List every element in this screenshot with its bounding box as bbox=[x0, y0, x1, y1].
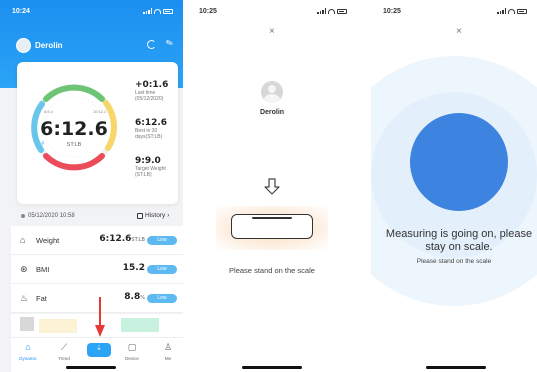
history-button[interactable]: History › bbox=[137, 212, 169, 219]
trend-icon: ⟋ bbox=[60, 342, 68, 352]
scale-icon bbox=[231, 214, 313, 239]
battery-icon bbox=[163, 8, 173, 14]
arrow-down-icon bbox=[264, 178, 280, 195]
metric-name: BMI bbox=[36, 265, 50, 274]
measuring-title: Measuring is going on, please stay on sc… bbox=[385, 228, 533, 253]
metric-value: 6:12.6ST:LB bbox=[99, 234, 145, 244]
tab-trend[interactable]: ⟋ Trend bbox=[49, 342, 79, 361]
metric-name: Fat bbox=[36, 294, 47, 303]
stat-target-weight: 9:9.0 Target Weight (ST:LB) bbox=[135, 156, 180, 178]
edit-icon[interactable]: ✎ bbox=[164, 37, 175, 50]
home-indicator bbox=[242, 366, 302, 369]
person-icon: ⚲ bbox=[41, 141, 45, 147]
wifi-icon bbox=[508, 8, 515, 14]
measure-date-text: 05/12/2020 10:58 bbox=[28, 213, 75, 219]
home-icon: ⌂ bbox=[25, 342, 31, 352]
stat-value: +0:1.6 bbox=[135, 80, 169, 90]
home-indicator bbox=[426, 366, 486, 369]
tab-device[interactable]: ▢ Device bbox=[117, 342, 147, 361]
status-badge: Low bbox=[147, 265, 177, 274]
weight-icon: ⌂ bbox=[20, 235, 26, 245]
stat-value: 6:12.6 bbox=[135, 118, 168, 128]
blurred-value bbox=[121, 318, 159, 332]
tab-label: Trend bbox=[58, 356, 70, 361]
metric-value: 15.2 bbox=[122, 263, 145, 273]
gauge-high-label: 10:12.2 bbox=[93, 109, 107, 114]
blurred-icon bbox=[20, 317, 34, 331]
status-bar: 10:25 bbox=[187, 0, 357, 22]
red-arrow-icon bbox=[95, 297, 105, 337]
measure-button[interactable]: ⇣ bbox=[87, 343, 111, 357]
stand-on-scale-screen: 10:25 × Derolin Please stand on the scal… bbox=[187, 0, 357, 372]
tab-label: Device bbox=[125, 356, 139, 361]
user-name: Derolin bbox=[259, 109, 285, 116]
status-icons bbox=[317, 8, 347, 14]
status-icons bbox=[497, 8, 527, 14]
wifi-icon bbox=[328, 8, 335, 14]
status-bar: 10:25 bbox=[371, 0, 537, 22]
instruction-text: Please stand on the scale bbox=[229, 266, 315, 275]
instruction-text: Please stand on the scale bbox=[416, 258, 492, 265]
stat-label: Last time (05/12/2020) bbox=[135, 90, 164, 102]
status-badge: Low bbox=[147, 236, 177, 245]
weight-summary-card: 8:5.4 10:12.2 6:12.6 ST:LB ⚲ +0:1.6 Last… bbox=[17, 62, 178, 204]
device-icon: ▢ bbox=[127, 342, 137, 352]
chevron-right-icon: › bbox=[167, 212, 170, 219]
tab-me[interactable]: ♙ Me bbox=[153, 342, 183, 361]
tab-label: Me bbox=[164, 356, 172, 361]
blurred-label bbox=[39, 319, 77, 333]
bmi-icon: ⊛ bbox=[20, 264, 28, 274]
stat-value: 9:9.0 bbox=[135, 156, 161, 166]
measure-date: 05/12/2020 10:58 bbox=[21, 213, 75, 219]
tab-label: Dynamic bbox=[19, 356, 37, 361]
tab-dynamic[interactable]: ⌂ Dynamic bbox=[13, 342, 43, 361]
signal-icon bbox=[317, 8, 326, 14]
stat-best-30-days: 6:12.6 Best in 30 days(ST:LB) bbox=[135, 118, 180, 140]
status-time: 10:25 bbox=[383, 8, 401, 15]
status-time: 10:24 bbox=[12, 8, 30, 15]
status-badge: Low bbox=[147, 294, 177, 303]
close-icon[interactable]: × bbox=[456, 26, 462, 37]
metric-name: Weight bbox=[36, 236, 60, 245]
stat-last-time: +0:1.6 Last time (05/12/2020) bbox=[135, 80, 180, 102]
status-icons bbox=[143, 8, 173, 14]
battery-icon bbox=[517, 8, 527, 14]
history-icon bbox=[137, 212, 143, 219]
scale-illustration bbox=[216, 206, 328, 250]
gauge-low-label: 8:5.4 bbox=[44, 109, 53, 114]
avatar[interactable] bbox=[16, 38, 31, 53]
user-name[interactable]: Derolin bbox=[35, 41, 63, 50]
measuring-screen: 10:25 × Measuring is going on, please st… bbox=[371, 0, 537, 372]
person-icon: ♙ bbox=[163, 342, 173, 352]
metric-row-bmi[interactable]: ⊛ BMI 15.2 Low bbox=[11, 255, 183, 284]
dot-icon bbox=[21, 214, 25, 218]
status-time: 10:25 bbox=[199, 8, 217, 15]
refresh-icon[interactable] bbox=[147, 40, 156, 49]
wifi-icon bbox=[154, 8, 161, 14]
stat-label: Best in 30 days(ST:LB) bbox=[135, 128, 163, 140]
fat-icon: ♨ bbox=[20, 293, 29, 303]
dynamic-screen: 10:24 Derolin ✎ 8:5.4 10:12.2 6:12.6 ST:… bbox=[0, 0, 183, 372]
measuring-indicator bbox=[410, 113, 508, 211]
avatar bbox=[261, 81, 283, 103]
home-indicator bbox=[66, 366, 116, 369]
signal-icon bbox=[143, 8, 152, 14]
close-icon[interactable]: × bbox=[269, 26, 275, 37]
history-label: History bbox=[145, 212, 166, 219]
metric-row-weight[interactable]: ⌂ Weight 6:12.6ST:LB Low bbox=[11, 226, 183, 255]
current-weight: 6:12.6 bbox=[40, 118, 108, 140]
status-bar: 10:24 bbox=[0, 0, 183, 22]
battery-icon bbox=[337, 8, 347, 14]
metric-value: 8.8% bbox=[124, 292, 145, 302]
stat-label: Target Weight (ST:LB) bbox=[135, 166, 166, 178]
signal-icon bbox=[497, 8, 506, 14]
